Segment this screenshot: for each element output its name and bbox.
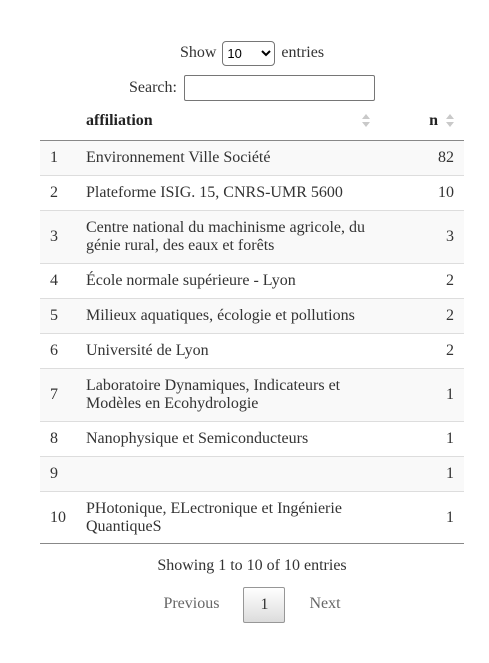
row-index: 5	[40, 298, 86, 334]
row-count: 1	[380, 421, 464, 457]
page-1-button[interactable]: 1	[243, 587, 286, 623]
index-column-header	[40, 102, 86, 141]
row-index: 6	[40, 333, 86, 369]
next-page-button[interactable]: Next	[309, 587, 340, 621]
row-index: 1	[40, 140, 86, 176]
row-index: 9	[40, 456, 86, 492]
affiliation-column-header[interactable]: affiliation	[86, 102, 380, 141]
sort-both-icon[interactable]	[362, 113, 370, 129]
length-suffix: entries	[281, 44, 325, 61]
row-count: 10	[380, 175, 464, 211]
table-row: 3 Centre national du machinisme agricole…	[40, 210, 464, 264]
row-affiliation: Université de Lyon	[86, 333, 380, 369]
row-affiliation	[86, 456, 380, 492]
n-header-label: n	[429, 112, 438, 129]
affiliation-table: affiliation n 1 Environnement Ville Soci…	[40, 102, 464, 544]
row-affiliation: École normale supérieure - Lyon	[86, 263, 380, 299]
table-row: 8 Nanophysique et Semiconducteurs 1	[40, 421, 464, 457]
row-index: 4	[40, 263, 86, 299]
table-row: 1 Environnement Ville Société 82	[40, 140, 464, 176]
search-label: Search:	[129, 79, 177, 96]
table-body: 1 Environnement Ville Société 82 2 Plate…	[40, 140, 464, 544]
table-row: 10 PHotonique, ELectronique et Ingénieri…	[40, 491, 464, 544]
length-prefix: Show	[179, 44, 217, 61]
row-affiliation: Centre national du machinisme agricole, …	[86, 210, 380, 264]
row-index: 8	[40, 421, 86, 457]
table-row: 2 Plateforme ISIG. 15, CNRS-UMR 5600 10	[40, 175, 464, 211]
row-affiliation: Nanophysique et Semiconducteurs	[86, 421, 380, 457]
row-count: 2	[380, 263, 464, 299]
search-filter: Search:	[0, 75, 489, 102]
row-index: 2	[40, 175, 86, 211]
table-row: 5 Milieux aquatiques, écologie et pollut…	[40, 298, 464, 334]
row-affiliation: Laboratoire Dynamiques, Indicateurs et M…	[86, 368, 380, 422]
row-index: 10	[40, 491, 86, 544]
sort-both-icon[interactable]	[446, 113, 454, 129]
row-affiliation: PHotonique, ELectronique et Ingénierie Q…	[86, 491, 380, 544]
row-affiliation: Environnement Ville Société	[86, 140, 380, 176]
row-index: 7	[40, 368, 86, 422]
length-control: Show 10 entries	[0, 40, 489, 66]
previous-page-button[interactable]: Previous	[163, 587, 219, 621]
pagination: Previous 1 Next	[0, 587, 489, 623]
table-info: Showing 1 to 10 of 10 entries	[157, 557, 347, 574]
row-count: 3	[380, 210, 464, 264]
row-count: 2	[380, 333, 464, 369]
table-row: 9 1	[40, 456, 464, 492]
row-count: 1	[380, 368, 464, 422]
table-row: 7 Laboratoire Dynamiques, Indicateurs et…	[40, 368, 464, 422]
row-index: 3	[40, 210, 86, 264]
row-affiliation: Milieux aquatiques, écologie et pollutio…	[86, 298, 380, 334]
row-count: 82	[380, 140, 464, 176]
n-column-header[interactable]: n	[380, 102, 464, 141]
table-row: 6 Université de Lyon 2	[40, 333, 464, 369]
search-input[interactable]	[183, 75, 375, 102]
row-count: 2	[380, 298, 464, 334]
entries-per-page-select[interactable]: 10	[222, 40, 276, 66]
affiliation-header-label: affiliation	[86, 112, 153, 129]
header-row: affiliation n	[40, 102, 464, 141]
row-affiliation: Plateforme ISIG. 15, CNRS-UMR 5600	[86, 175, 380, 211]
row-count: 1	[380, 491, 464, 544]
row-count: 1	[380, 456, 464, 492]
table-row: 4 École normale supérieure - Lyon 2	[40, 263, 464, 299]
